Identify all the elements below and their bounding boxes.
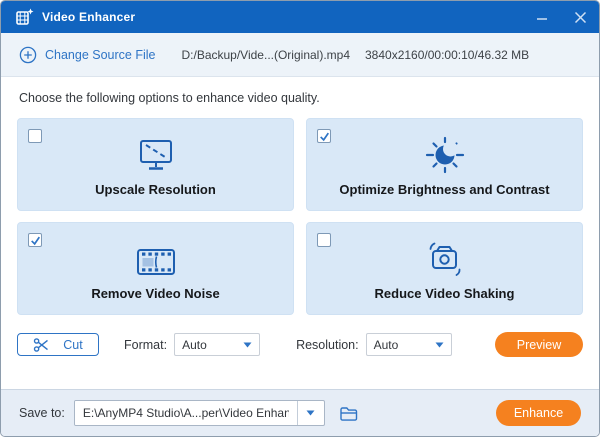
source-file-bar: Change Source File D:/Backup/Vide...(Ori…	[1, 33, 599, 77]
controls-row: Cut Format: Auto Resolution: Auto Previe…	[17, 332, 583, 357]
save-bar: Save to: Enhance	[1, 389, 599, 436]
format-select[interactable]: Auto	[174, 333, 261, 356]
upscale-resolution-checkbox[interactable]	[28, 129, 42, 143]
resolution-select[interactable]: Auto	[365, 333, 452, 356]
chevron-down-icon	[306, 410, 315, 416]
option-card-optimize-brightness[interactable]: Optimize Brightness and Contrast	[306, 118, 583, 211]
minimize-button[interactable]	[523, 1, 561, 33]
save-path-input[interactable]	[74, 401, 297, 425]
option-label: Upscale Resolution	[95, 182, 216, 197]
save-path-combobox	[73, 400, 325, 426]
scissors-icon	[34, 337, 49, 352]
option-card-upscale-resolution[interactable]: Upscale Resolution	[17, 118, 294, 211]
reduce-shaking-checkbox[interactable]	[317, 233, 331, 247]
preview-button[interactable]: Preview	[495, 332, 583, 357]
option-label: Optimize Brightness and Contrast	[339, 182, 550, 197]
chevron-down-icon	[435, 342, 444, 348]
resolution-value: Auto	[373, 337, 399, 352]
change-source-file-button[interactable]: Change Source File	[19, 46, 155, 64]
camera-shake-icon	[422, 240, 468, 278]
browse-folder-button[interactable]	[336, 400, 362, 426]
window-buttons	[523, 1, 599, 33]
app-logo-icon	[14, 7, 34, 27]
save-path-dropdown-button[interactable]	[296, 401, 324, 425]
folder-icon	[340, 406, 358, 421]
enhance-button[interactable]: Enhance	[496, 400, 581, 426]
save-to-label: Save to:	[19, 406, 65, 420]
option-label: Remove Video Noise	[91, 286, 220, 301]
change-source-file-label: Change Source File	[45, 47, 156, 62]
cut-button[interactable]: Cut	[17, 333, 99, 356]
source-file-info: 3840x2160/00:00:10/46.32 MB	[365, 47, 530, 62]
close-button[interactable]	[561, 1, 599, 33]
resolution-label: Resolution:	[296, 337, 359, 352]
brightness-sun-icon	[424, 136, 466, 174]
cut-label: Cut	[63, 337, 83, 352]
option-card-reduce-shaking[interactable]: Reduce Video Shaking	[306, 222, 583, 315]
format-value: Auto	[182, 337, 207, 352]
optimize-brightness-checkbox[interactable]	[317, 129, 331, 143]
options-grid: Upscale Resolution Optimize Brightness a…	[17, 118, 583, 315]
chevron-down-icon	[243, 342, 252, 348]
titlebar: Video Enhancer	[1, 1, 599, 33]
remove-noise-checkbox[interactable]	[28, 233, 42, 247]
source-file-path: D:/Backup/Vide...(Original).mp4	[181, 47, 350, 62]
instruction-text: Choose the following options to enhance …	[19, 91, 320, 105]
option-card-remove-noise[interactable]: Remove Video Noise	[17, 222, 294, 315]
main-content: Choose the following options to enhance …	[1, 77, 599, 389]
format-label: Format:	[124, 337, 168, 352]
option-label: Reduce Video Shaking	[374, 286, 515, 301]
filmstrip-icon	[133, 240, 179, 278]
video-enhancer-window: Video Enhancer Change Source File D:/Bac…	[0, 0, 600, 437]
plus-circle-icon	[19, 46, 37, 63]
monitor-upscale-icon	[133, 136, 179, 174]
window-title: Video Enhancer	[42, 10, 136, 24]
